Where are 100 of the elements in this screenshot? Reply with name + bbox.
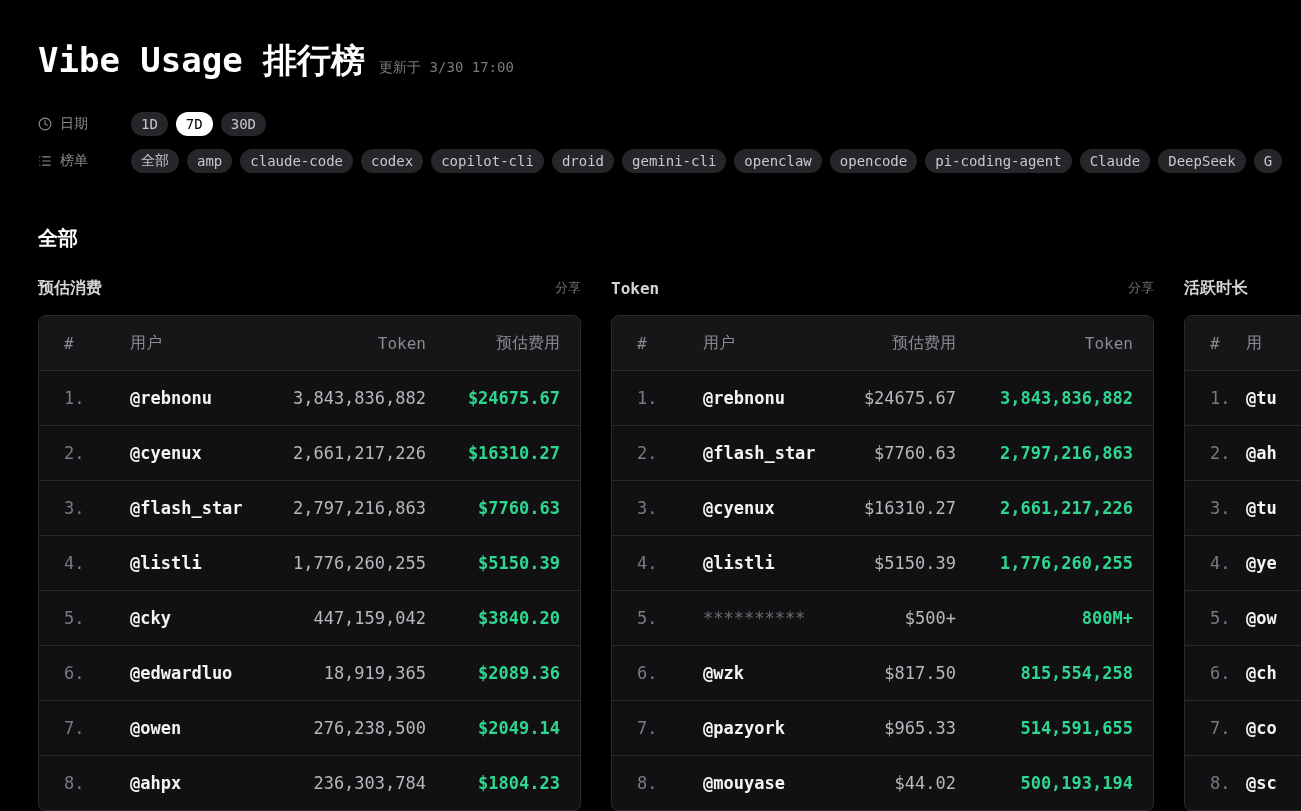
rank-number: 1. — [64, 388, 86, 408]
user-name: @owen — [130, 718, 183, 738]
filter-chip[interactable]: 7D — [175, 112, 213, 136]
user-name: @ah — [1246, 443, 1278, 463]
updated-time: 更新于 3/30 17:00 — [379, 59, 514, 77]
share-link[interactable]: 分享 — [1128, 279, 1154, 297]
user-name: ********** — [703, 608, 807, 628]
highlight-value: 2,797,216,863 — [998, 443, 1133, 463]
user-name: @flash_star — [130, 498, 244, 518]
rank-number: 1. — [1210, 388, 1232, 408]
user-name: @ahpx — [130, 773, 183, 793]
page-title: Vibe Usage 排行榜 — [38, 39, 366, 82]
filter-chip[interactable]: 30D — [220, 112, 266, 136]
user-name: @edwardluo — [130, 663, 234, 683]
user-name: @wzk — [703, 663, 745, 683]
rank-number: 5. — [637, 608, 659, 628]
user-name: @listli — [130, 553, 203, 573]
rank-number: 8. — [637, 773, 659, 793]
column-header: 用 — [1246, 332, 1263, 354]
user-name: @co — [1246, 718, 1278, 738]
user-name: @cyenux — [130, 443, 203, 463]
rank-number: 2. — [64, 443, 86, 463]
highlight-value: 2,661,217,226 — [998, 498, 1133, 518]
filter-chip[interactable]: gemini-cli — [622, 149, 727, 173]
table-cell-text: 2,661,217,226 — [291, 443, 426, 463]
filter-chip[interactable]: 1D — [131, 112, 168, 136]
filter-chip[interactable]: amp — [187, 149, 233, 173]
column-header: # — [1210, 333, 1221, 353]
table-cell-text: 236,303,784 — [312, 773, 426, 793]
table-cell-text: 1,776,260,255 — [291, 553, 426, 573]
filter-chip[interactable]: Claude — [1079, 149, 1151, 173]
user-name: @flash_star — [703, 443, 817, 463]
column-header: Token — [376, 333, 426, 353]
table-cell-text: $5150.39 — [873, 553, 956, 573]
board-title: 活跃时长 — [1184, 277, 1248, 299]
user-name: @sc — [1246, 773, 1278, 793]
rank-number: 8. — [1210, 773, 1232, 793]
user-name: @rebnonu — [703, 388, 786, 408]
rank-number: 5. — [64, 608, 86, 628]
board-title: 预估消费 — [38, 277, 102, 299]
table-cell-text: $500+ — [903, 608, 956, 628]
rank-number: 3. — [637, 498, 659, 518]
filter-chip[interactable]: claude-code — [240, 149, 353, 173]
rank-number: 7. — [1210, 718, 1232, 738]
highlight-value: $3840.20 — [477, 608, 560, 628]
column-header: Token — [1083, 333, 1133, 353]
filter-chip[interactable]: openclaw — [734, 149, 822, 173]
filter-chip[interactable]: opencode — [829, 149, 918, 173]
rank-number: 4. — [1210, 553, 1232, 573]
column-header: 用户 — [130, 332, 163, 354]
board-title: Token — [611, 278, 660, 298]
filter-chip[interactable]: 全部 — [131, 149, 179, 173]
rank-number: 7. — [64, 718, 86, 738]
table-cell-text: 276,238,500 — [312, 718, 426, 738]
filter-chip[interactable]: pi-coding-agent — [925, 149, 1072, 173]
table-cell-text: $24675.67 — [862, 388, 956, 408]
highlight-value: 1,776,260,255 — [998, 553, 1133, 573]
rank-number: 7. — [637, 718, 659, 738]
table-cell-text: $44.02 — [893, 773, 956, 793]
user-name: @cky — [130, 608, 172, 628]
filter-chip[interactable]: codex — [361, 149, 424, 173]
filter-chip[interactable]: DeepSeek — [1158, 149, 1246, 173]
column-header: # — [637, 333, 648, 353]
table-cell-text: 18,919,365 — [322, 663, 426, 683]
highlight-value: $1804.23 — [477, 773, 560, 793]
rank-number: 2. — [1210, 443, 1232, 463]
table-cell-text: 3,843,836,882 — [291, 388, 426, 408]
table-cell-text: $16310.27 — [862, 498, 956, 518]
filter-label: 榜单 — [60, 152, 88, 170]
table-cell-text: $965.33 — [883, 718, 956, 738]
clock-icon — [38, 117, 52, 131]
table-cell-text: 2,797,216,863 — [291, 498, 426, 518]
user-name: @mouyase — [703, 773, 786, 793]
highlight-value: $16310.27 — [466, 443, 560, 463]
filter-chip[interactable]: copilot-cli — [431, 149, 544, 173]
rank-number: 5. — [1210, 608, 1232, 628]
rank-number: 4. — [637, 553, 659, 573]
user-name: @ye — [1246, 553, 1278, 573]
user-name: @ow — [1246, 608, 1278, 628]
highlight-value: $2049.14 — [477, 718, 560, 738]
table-cell-text: 447,159,042 — [312, 608, 426, 628]
filter-chip[interactable]: G — [1253, 149, 1283, 173]
highlight-value: 514,591,655 — [1019, 718, 1133, 738]
share-link[interactable]: 分享 — [555, 279, 581, 297]
column-header: 预估费用 — [495, 332, 560, 354]
column-header: 预估费用 — [891, 332, 956, 354]
user-name: @tu — [1246, 388, 1278, 408]
highlight-value: $2089.36 — [477, 663, 560, 683]
user-name: @cyenux — [703, 498, 776, 518]
table-cell-text: $7760.63 — [873, 443, 956, 463]
rank-number: 8. — [64, 773, 86, 793]
user-name: @tu — [1246, 498, 1278, 518]
user-name: @listli — [703, 553, 776, 573]
rank-number: 2. — [637, 443, 659, 463]
rank-number: 3. — [64, 498, 86, 518]
user-name: @pazyork — [703, 718, 786, 738]
highlight-value: 815,554,258 — [1019, 663, 1133, 683]
filter-chip[interactable]: droid — [551, 149, 615, 173]
filter-label: 日期 — [60, 115, 88, 133]
highlight-value: $7760.63 — [477, 498, 560, 518]
